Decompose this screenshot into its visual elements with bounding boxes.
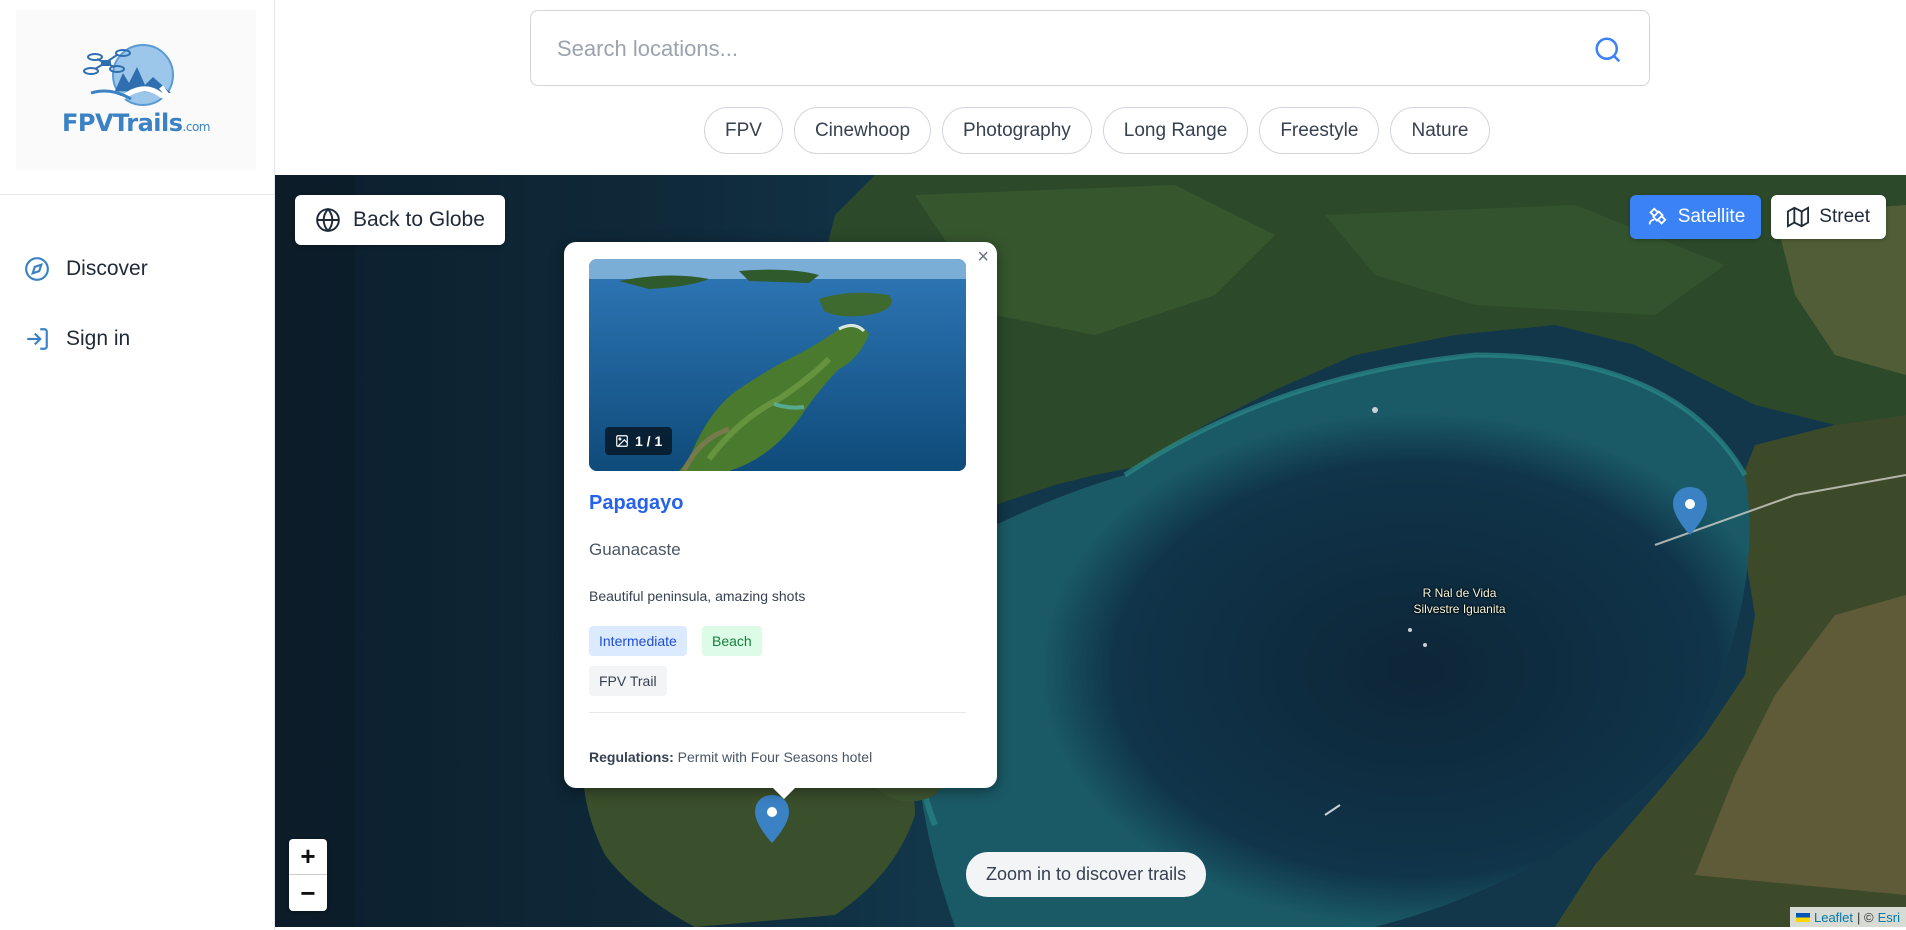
filter-chip-freestyle[interactable]: Freestyle xyxy=(1259,107,1380,154)
image-icon xyxy=(616,435,628,447)
trail-marker-pin-selected[interactable] xyxy=(755,795,789,843)
map-attribution: Leaflet | © Esri xyxy=(1789,907,1906,927)
image-counter-text: 1 / 1 xyxy=(635,433,663,449)
sign-in-icon xyxy=(27,328,48,350)
sidebar: FPVTrails.com Discover Sign in xyxy=(0,0,275,930)
popup-divider xyxy=(589,712,966,713)
satellite-map-tiles xyxy=(275,175,1906,927)
logo-text: FPVTrails.com xyxy=(61,109,211,137)
zoom-controls: + − xyxy=(289,839,327,911)
zoom-hint: Zoom in to discover trails xyxy=(966,852,1207,897)
compass-icon xyxy=(25,257,49,281)
trail-region: Guanacaste xyxy=(589,540,681,559)
search-bar xyxy=(530,10,1650,86)
map-icon xyxy=(1787,206,1810,228)
trail-type-tag: FPV Trail xyxy=(589,666,667,696)
street-label: Street xyxy=(1819,206,1870,227)
trail-marker-pin[interactable] xyxy=(1673,487,1707,535)
back-to-globe-label: Back to Globe xyxy=(353,208,485,231)
globe-icon xyxy=(316,207,340,233)
filter-chip-photography[interactable]: Photography xyxy=(942,107,1092,154)
difficulty-tag: Intermediate xyxy=(589,626,687,656)
trail-popup: × 1 / 1 Papagayo Guanacaste Beautiful pe… xyxy=(564,242,997,788)
sidebar-item-label: Discover xyxy=(66,257,148,280)
trail-regulations: Regulations: Permit with Four Seasons ho… xyxy=(589,749,872,765)
sidebar-item-label: Sign in xyxy=(66,327,131,350)
sidebar-divider xyxy=(0,194,274,195)
leaflet-link[interactable]: Leaflet xyxy=(1814,910,1853,925)
satellite-icon xyxy=(1648,207,1667,225)
sidebar-item-discover[interactable]: Discover xyxy=(24,256,148,282)
satellite-layer-button[interactable]: Satellite xyxy=(1629,195,1762,239)
logo[interactable]: FPVTrails.com xyxy=(16,10,256,170)
map-layer-toggle: Satellite Street xyxy=(1629,195,1886,239)
street-layer-button[interactable]: Street xyxy=(1771,195,1886,239)
sidebar-item-sign-in[interactable]: Sign in xyxy=(24,326,130,352)
popup-tip xyxy=(770,785,798,799)
filter-chip-long-range[interactable]: Long Range xyxy=(1102,107,1249,154)
trail-photo[interactable]: 1 / 1 xyxy=(589,259,966,471)
zoom-out-button[interactable]: − xyxy=(289,875,327,911)
regulations-label: Regulations: xyxy=(589,749,674,765)
esri-link[interactable]: Esri xyxy=(1878,910,1900,925)
ukraine-flag-icon xyxy=(1795,912,1810,922)
logo-suffix: .com xyxy=(182,120,211,134)
back-to-globe-button[interactable]: Back to Globe xyxy=(295,195,505,245)
filter-chips: FPV Cinewhoop Photography Long Range Fre… xyxy=(704,107,1490,154)
filter-chip-fpv[interactable]: FPV xyxy=(704,107,783,154)
popup-close-button[interactable]: × xyxy=(977,246,989,269)
trail-description: Beautiful peninsula, amazing shots xyxy=(589,588,806,604)
map-place-label: R Nal de Vida Silvestre Iguanita xyxy=(1413,586,1506,616)
drone-logo-icon xyxy=(83,44,174,106)
search-input[interactable] xyxy=(557,29,1557,69)
map[interactable]: R Nal de Vida Silvestre Iguanita Back to… xyxy=(275,175,1906,927)
filter-chip-nature[interactable]: Nature xyxy=(1390,107,1490,154)
satellite-label: Satellite xyxy=(1677,206,1746,227)
attribution-separator: | © xyxy=(1857,909,1874,925)
filter-chip-cinewhoop[interactable]: Cinewhoop xyxy=(793,107,932,154)
regulations-value: Permit with Four Seasons hotel xyxy=(677,749,873,765)
image-counter: 1 / 1 xyxy=(605,427,673,455)
zoom-in-button[interactable]: + xyxy=(289,839,327,875)
terrain-tag: Beach xyxy=(702,626,762,656)
search-icon[interactable] xyxy=(1593,35,1623,65)
trail-title[interactable]: Papagayo xyxy=(589,492,683,515)
